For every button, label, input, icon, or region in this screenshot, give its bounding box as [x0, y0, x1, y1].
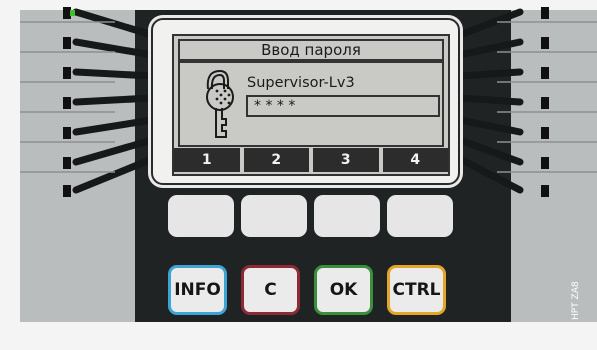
lcd-screen: Ввод пароля Supervisor-Lv3 * * * * 1 2 3… — [172, 34, 450, 176]
softkey-button-1[interactable] — [168, 195, 234, 237]
softkey-bar: 1 2 3 4 — [174, 148, 448, 172]
softkey-4[interactable]: 4 — [382, 148, 448, 172]
info-button[interactable]: INFO — [168, 265, 227, 315]
status-led — [70, 10, 75, 16]
user-level-label: Supervisor-Lv3 — [247, 75, 355, 91]
ctrl-button[interactable]: CTRL — [387, 265, 446, 315]
password-field[interactable]: * * * * — [246, 95, 440, 117]
softkey-button-2[interactable] — [241, 195, 307, 237]
key-icon — [206, 69, 234, 138]
ok-button[interactable]: OK — [314, 265, 373, 315]
softkey-1[interactable]: 1 — [174, 148, 240, 172]
clear-button[interactable]: C — [241, 265, 300, 315]
figure-code: HPT ZA8 — [571, 281, 581, 320]
softkey-button-4[interactable] — [387, 195, 453, 237]
softkey-button-3[interactable] — [314, 195, 380, 237]
password-dialog: Supervisor-Lv3 * * * * — [178, 61, 444, 147]
screen-title: Ввод пароля — [178, 39, 444, 61]
softkey-3[interactable]: 3 — [313, 148, 379, 172]
softkey-2[interactable]: 2 — [243, 148, 309, 172]
